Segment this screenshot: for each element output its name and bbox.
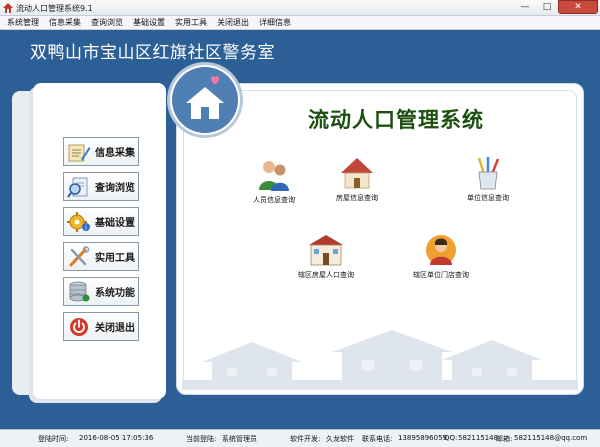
pencil-cup-icon [477, 157, 500, 190]
database-icon [69, 281, 90, 301]
func-label: 单位信息查询 [467, 194, 509, 202]
building-icon [309, 235, 343, 266]
station-title: 双鸭山市宝山区红旗社区警务室 [30, 43, 275, 63]
menu-info-collect[interactable]: 信息采集 [44, 17, 86, 28]
shop-person-icon [426, 235, 456, 265]
menu-query-browse[interactable]: 查询浏览 [86, 17, 128, 28]
nav-close-exit-button[interactable]: 关闭退出 [63, 312, 139, 341]
gear-icon: i [67, 211, 90, 232]
minimize-button[interactable]: — [514, 0, 536, 14]
login-time-value: 2016-08-05 17:05:36 [79, 434, 154, 442]
nav-label: 查询浏览 [95, 183, 135, 194]
nav-utilities-button[interactable]: 实用工具 [63, 242, 139, 271]
nav-label: 信息采集 [95, 148, 135, 159]
func-area-house-population-query[interactable]: 辖区房屋人口查询 [291, 233, 361, 280]
house-heart-icon [172, 67, 238, 133]
menu-bar: 系统管理 信息采集 查询浏览 基础设置 实用工具 关闭退出 详细信息 [0, 16, 600, 30]
qq-value: 582115148 [458, 434, 499, 442]
phone-value: 13895896059 [398, 434, 447, 442]
city-skyline-decoration [182, 330, 578, 390]
func-label: 人员信息查询 [253, 196, 295, 204]
email-label: 邮箱: [496, 435, 513, 443]
nav-label: 关闭退出 [95, 323, 135, 334]
func-person-query[interactable]: 人员信息查询 [244, 158, 304, 205]
func-label: 辖区单位门店查询 [413, 271, 469, 279]
func-unit-query[interactable]: 单位信息查询 [458, 156, 518, 203]
app-icon [3, 3, 13, 13]
power-icon [70, 317, 88, 336]
menu-close-exit[interactable]: 关闭退出 [212, 17, 254, 28]
current-user-value: 系统管理员 [222, 435, 257, 443]
close-button[interactable]: ✕ [558, 0, 598, 14]
login-time-label: 登陆时间: [38, 435, 69, 443]
window-title: 流动人口管理系统9.1 [16, 4, 93, 13]
house-icon [341, 158, 373, 189]
phone-label: 联系电话: [362, 435, 393, 443]
current-user-label: 当前登陆: [186, 435, 217, 443]
developer-label: 软件开发: [290, 435, 321, 443]
left-nav-panel: 信息采集 查询浏览 i 基础设置 实用工具 系统功能 关闭退出 [33, 83, 166, 399]
status-bar: 登陆时间: 2016-08-05 17:05:36 当前登陆: 系统管理员 软件… [0, 429, 600, 447]
nav-basic-settings-button[interactable]: i 基础设置 [63, 207, 139, 236]
qq-label: QQ: [444, 434, 458, 442]
menu-utilities[interactable]: 实用工具 [170, 17, 212, 28]
func-house-query[interactable]: 房屋信息查询 [327, 156, 387, 203]
nav-system-functions-button[interactable]: 系统功能 [63, 277, 139, 306]
nav-label: 系统功能 [95, 288, 135, 299]
title-bar: 流动人口管理系统9.1 — □ ✕ [0, 0, 600, 16]
house-emblem [170, 65, 240, 135]
maximize-button[interactable]: □ [536, 0, 558, 14]
nav-label: 基础设置 [95, 218, 135, 229]
clipboard-pencil-icon [68, 144, 91, 161]
nav-query-browse-button[interactable]: 查询浏览 [63, 172, 139, 201]
menu-system-manage[interactable]: 系统管理 [2, 17, 44, 28]
developer-value: 久龙软件 [326, 435, 354, 443]
email-value: 582115148@qq.com [514, 434, 588, 442]
func-label: 房屋信息查询 [336, 194, 378, 202]
nav-label: 实用工具 [95, 253, 135, 264]
func-area-shop-query[interactable]: 辖区单位门店查询 [406, 233, 476, 280]
nav-info-collect-button[interactable]: 信息采集 [63, 137, 139, 166]
menu-basic-settings[interactable]: 基础设置 [128, 17, 170, 28]
wrench-screwdriver-icon [69, 245, 90, 266]
people-icon [259, 161, 289, 191]
main-title: 流动人口管理系统 [308, 108, 484, 132]
menu-details[interactable]: 详细信息 [254, 17, 296, 28]
func-label: 辖区房屋人口查询 [298, 271, 354, 279]
magnifier-document-icon [67, 177, 88, 198]
